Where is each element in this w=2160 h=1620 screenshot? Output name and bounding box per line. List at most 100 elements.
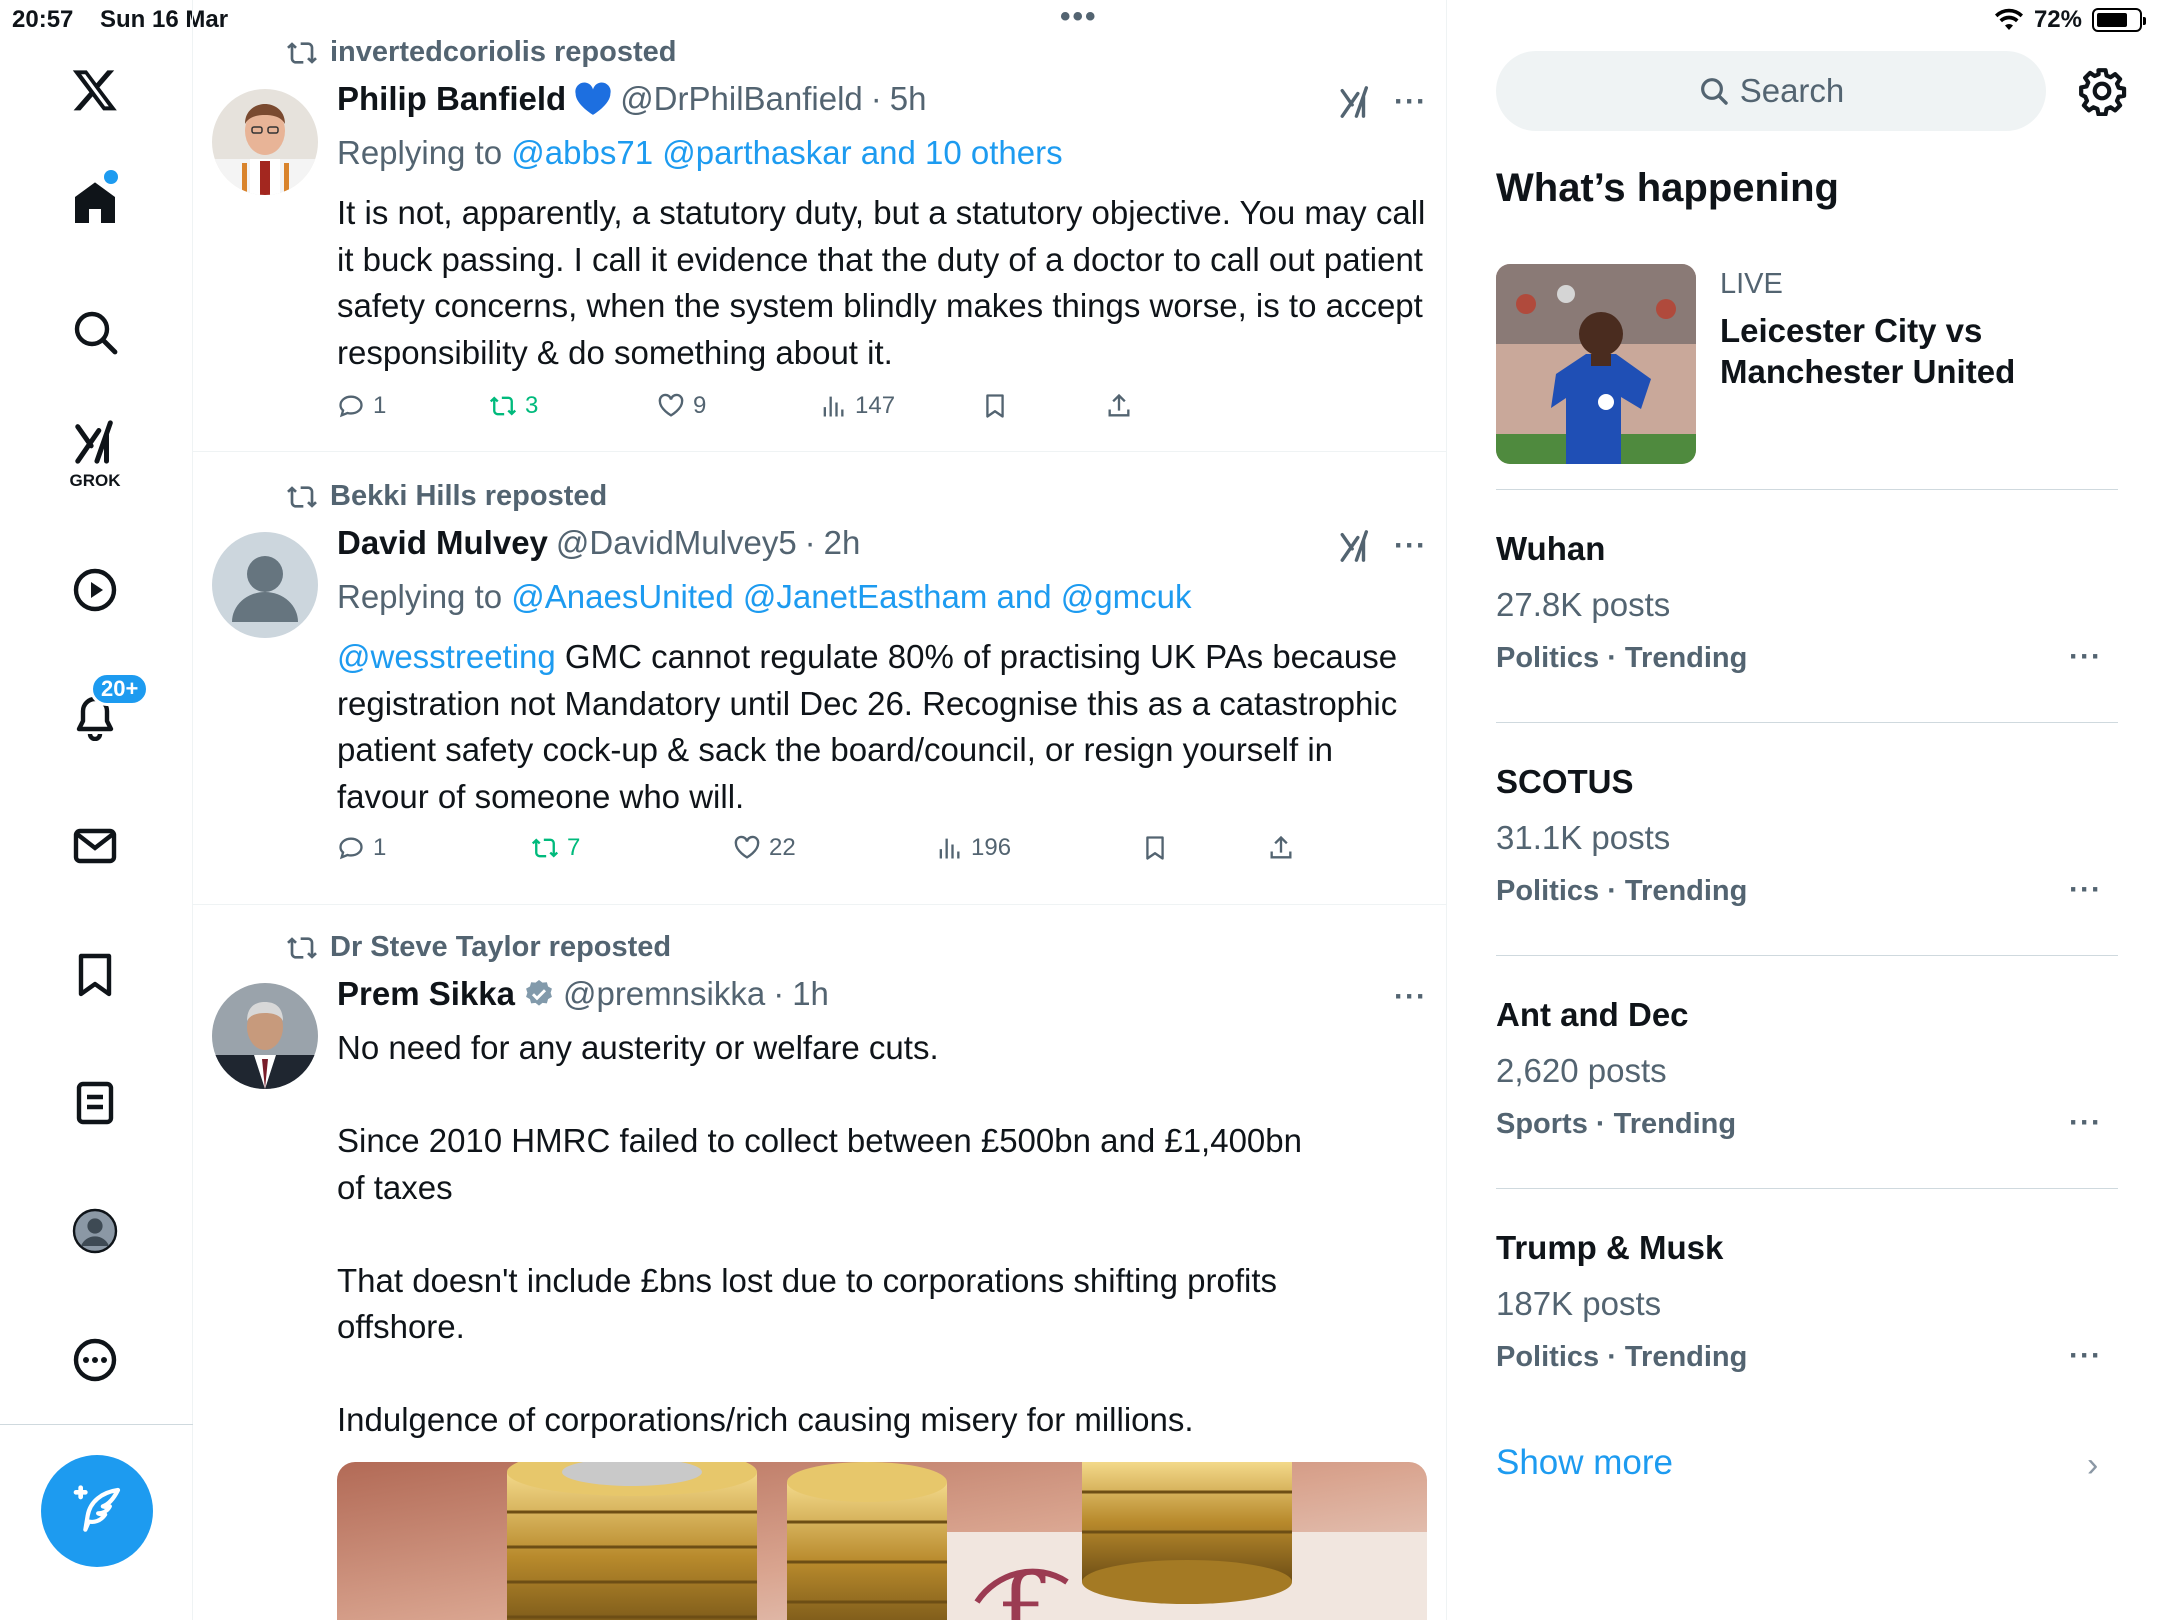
search-input[interactable]: Search <box>1496 51 2046 131</box>
tweet-actions: 1 7 22 196 <box>337 834 1337 870</box>
avatar[interactable] <box>212 532 318 638</box>
replying-links[interactable]: @AnaesUnited @JanetEastham and @gmcuk <box>511 578 1191 615</box>
views-chart-icon <box>823 396 844 417</box>
repost-button[interactable]: 7 <box>531 834 580 862</box>
time-separator: · <box>870 80 882 117</box>
share-icon <box>1270 835 1292 859</box>
share-icon <box>1108 393 1130 417</box>
left-nav: GROK 20+ <box>0 0 193 1620</box>
notifications-icon[interactable]: 20+ <box>52 672 150 760</box>
nav-divider <box>0 1424 193 1425</box>
more-icon[interactable]: ··· <box>1394 529 1427 563</box>
like-button[interactable]: 9 <box>657 392 706 420</box>
repost-count: 7 <box>567 834 581 861</box>
bookmark-button[interactable] <box>1141 834 1169 862</box>
profile-avatar-icon[interactable] <box>52 1188 138 1274</box>
reposted-by: Dr Steve Taylor reposted <box>330 931 672 963</box>
more-icon[interactable]: ··· <box>2069 640 2102 674</box>
tweet-tools: ··· <box>1338 85 1427 119</box>
tweet-text: No need for any austerity or welfare cut… <box>337 1025 1427 1444</box>
repost-icon <box>489 396 517 416</box>
reply-button[interactable]: 1 <box>337 834 386 862</box>
chevron-right-icon[interactable]: › <box>2087 1446 2098 1485</box>
whats-happening-title: What’s happening <box>1496 166 1839 210</box>
show-more-link[interactable]: Show more <box>1496 1443 1673 1483</box>
trend-category: Politics · Trending <box>1496 642 1748 674</box>
bookmarks-icon[interactable] <box>52 932 138 1018</box>
trend-post-count: 31.1K posts <box>1496 819 1671 856</box>
views-button[interactable]: 147 <box>819 392 895 420</box>
live-event-image <box>1496 264 1696 464</box>
trend-item[interactable]: Trump & Musk 187K posts Politics · Trend… <box>1496 1189 2118 1422</box>
tweet[interactable]: Dr Steve Taylor reposted Prem Sikka @pre… <box>193 905 1446 1620</box>
tweet-text: It is not, apparently, a statutory duty,… <box>337 194 1426 371</box>
tweet-text: @wesstreeting GMC cannot regulate 80% of… <box>337 634 1427 820</box>
heart-icon <box>734 835 760 859</box>
trend-post-count: 2,620 posts <box>1496 1052 1667 1089</box>
tweet-media-image[interactable]: £ <box>337 1462 1427 1620</box>
author-handle[interactable]: @DrPhilBanfield <box>620 80 863 118</box>
avatar[interactable] <box>212 983 318 1089</box>
like-count: 9 <box>693 392 707 419</box>
author-handle[interactable]: @premnsikka <box>563 975 765 1013</box>
search-icon[interactable] <box>52 289 138 375</box>
share-button[interactable] <box>1105 392 1133 420</box>
post-time[interactable]: 2h <box>824 524 861 562</box>
tweet-tools: ··· <box>1338 529 1427 563</box>
more-icon[interactable]: ··· <box>2069 1106 2102 1140</box>
blue-heart-emoji-icon <box>575 82 611 115</box>
grok-icon[interactable] <box>1338 529 1372 563</box>
views-button[interactable]: 196 <box>935 834 1011 862</box>
tweet[interactable]: invertedcoriolis reposted Philip Banfiel… <box>193 0 1446 452</box>
mention-link[interactable]: @wesstreeting <box>337 638 556 675</box>
more-icon[interactable]: ··· <box>1394 980 1427 1014</box>
live-event-title[interactable]: Leicester City vs Manchester United <box>1720 310 2120 392</box>
reposted-by: Bekki Hills reposted <box>330 480 608 512</box>
tweet[interactable]: Bekki Hills reposted David Mulvey @David… <box>193 452 1446 905</box>
live-event-card[interactable]: LIVE Leicester City vs Manchester United <box>1496 264 2118 490</box>
tweet-paragraph: That doesn't include £bns lost due to co… <box>337 1261 1278 1346</box>
grok-icon[interactable] <box>1338 85 1372 119</box>
repost-icon <box>287 936 317 959</box>
post-time[interactable]: 5h <box>890 80 927 118</box>
heart-icon <box>658 393 684 417</box>
compose-feather-icon <box>73 1485 121 1532</box>
more-options-icon[interactable] <box>52 1317 138 1403</box>
trend-item[interactable]: Wuhan 27.8K posts Politics · Trending ··… <box>1496 490 2118 723</box>
trend-item[interactable]: SCOTUS 31.1K posts Politics · Trending ·… <box>1496 723 2118 956</box>
replying-to: Replying to @AnaesUnited @JanetEastham a… <box>337 578 1191 616</box>
like-button[interactable]: 22 <box>733 834 796 862</box>
bookmark-button[interactable] <box>981 392 1009 420</box>
more-icon[interactable]: ··· <box>2069 873 2102 907</box>
svg-text:£: £ <box>997 1554 1054 1620</box>
author-name[interactable]: Philip Banfield <box>337 80 566 118</box>
right-sidebar: Search What’s happening LIVE Leicester C… <box>1447 0 2160 1620</box>
grok-icon[interactable]: GROK <box>52 415 138 505</box>
post-time[interactable]: 1h <box>792 975 829 1013</box>
reply-button[interactable]: 1 <box>337 392 386 420</box>
share-button[interactable] <box>1267 834 1295 862</box>
replying-to: Replying to @abbs71 @parthaskar and 10 o… <box>337 134 1063 172</box>
settings-gear-icon[interactable] <box>2077 66 2127 116</box>
time-separator: · <box>804 524 816 561</box>
compose-post-button[interactable] <box>41 1455 153 1567</box>
author-name[interactable]: Prem Sikka <box>337 975 515 1013</box>
tweet-actions: 1 3 9 147 <box>337 392 1337 428</box>
x-logo-icon[interactable] <box>52 47 138 133</box>
avatar[interactable] <box>212 89 318 195</box>
repost-icon <box>531 838 559 858</box>
trend-item[interactable]: Ant and Dec 2,620 posts Sports · Trendin… <box>1496 956 2118 1189</box>
replying-links[interactable]: @abbs71 @parthaskar and 10 others <box>511 134 1062 171</box>
more-icon[interactable]: ··· <box>1394 85 1427 119</box>
reply-count: 1 <box>373 834 387 861</box>
more-icon[interactable]: ··· <box>2069 1339 2102 1373</box>
video-icon[interactable] <box>52 547 138 633</box>
repost-button[interactable]: 3 <box>489 392 538 420</box>
author-handle[interactable]: @DavidMulvey5 <box>556 524 797 562</box>
lists-icon[interactable] <box>52 1060 138 1146</box>
author-name[interactable]: David Mulvey <box>337 524 548 562</box>
trend-category: Politics · Trending <box>1496 875 1748 907</box>
messages-icon[interactable] <box>52 803 138 889</box>
reposted-by: invertedcoriolis reposted <box>330 36 677 68</box>
home-icon[interactable] <box>52 160 138 246</box>
